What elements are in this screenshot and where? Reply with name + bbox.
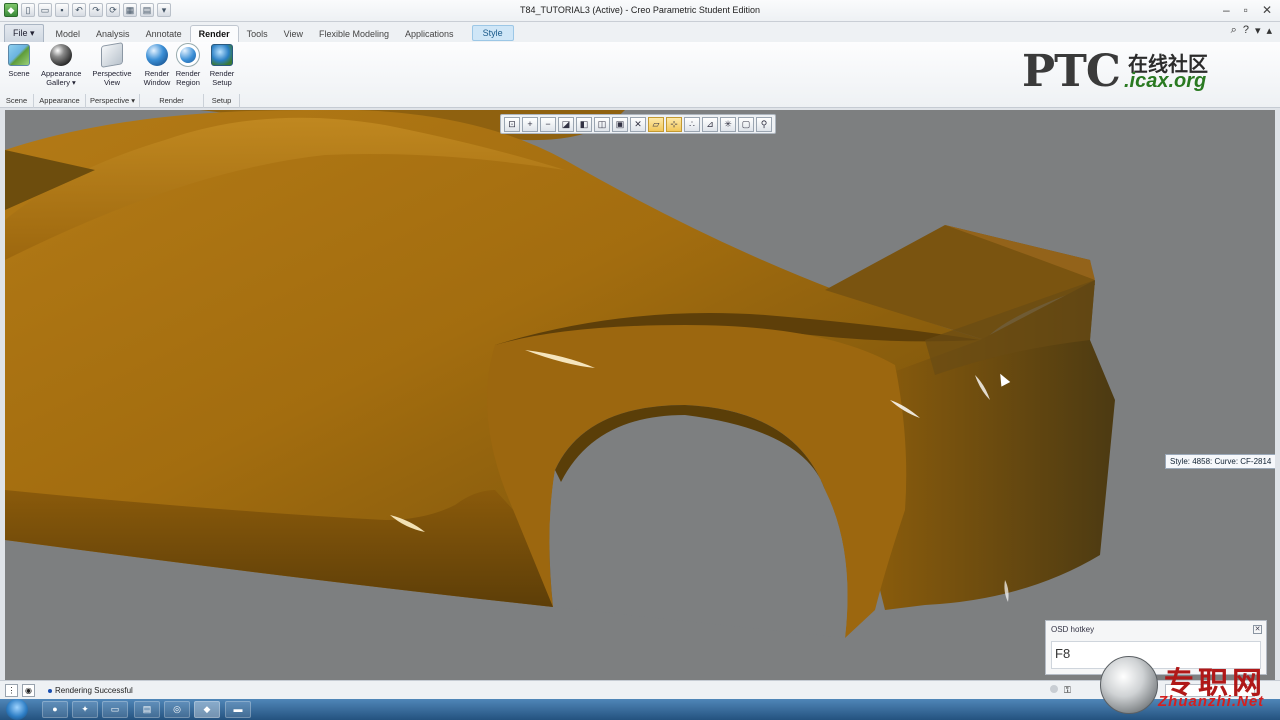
repaint-icon[interactable]: ◪ — [558, 117, 574, 132]
taskbar-media-icon[interactable]: ● — [42, 701, 68, 718]
render-setup-label: Render Setup — [209, 69, 235, 87]
windows-taskbar: ● ✦ ▭ ▤ ◎ ◆ ▬ — [0, 699, 1280, 720]
help-icon[interactable]: ? — [1243, 24, 1249, 37]
tab-annotate[interactable]: Annotate — [138, 26, 190, 42]
perspective-view-label: Perspective View — [92, 69, 132, 87]
taskbar-explorer-icon[interactable]: ▭ — [102, 701, 128, 718]
browser-toggle-icon[interactable]: ◉ — [22, 684, 35, 697]
zoom-out-icon[interactable]: − — [540, 117, 556, 132]
tab-analysis[interactable]: Analysis — [88, 26, 138, 42]
annotation-display-icon[interactable]: ▢ — [738, 117, 754, 132]
model-tree-toggle-icon[interactable]: ⋮ — [5, 684, 18, 697]
taskbar-tool-icon[interactable]: ✦ — [72, 701, 98, 718]
group-scene: Scene — [0, 94, 34, 108]
ptc-brand-text: PTC — [1022, 46, 1121, 97]
group-setup: Setup — [204, 94, 240, 108]
status-message: Rendering Successful — [48, 686, 133, 695]
render-region-icon — [177, 44, 199, 66]
ribbon-tabs: File ▾ Model Analysis Annotate Render Tools Vi… — [0, 22, 1280, 42]
tab-file[interactable]: File ▾ — [4, 24, 44, 42]
axis-display-icon[interactable]: ⊹ — [666, 117, 682, 132]
spin-center-icon[interactable]: ✳ — [720, 117, 736, 132]
status-indicators: ⚿ — [1050, 684, 1090, 696]
ptc-community-logo: PTC 在线社区 .icax.org — [1020, 46, 1220, 97]
render-region-button[interactable]: Render Region — [173, 44, 203, 87]
search-icon[interactable]: ⌕ — [1231, 24, 1237, 37]
display-style-icon[interactable]: ◧ — [576, 117, 592, 132]
graphics-viewport[interactable]: ⊡ + − ◪ ◧ ◫ ▣ ✕ ▱ ⊹ ∴ ⊿ ✳ ▢ ⚲ Style: 485… — [5, 110, 1275, 680]
tab-render[interactable]: Render — [189, 25, 239, 42]
car-body-model — [5, 110, 1115, 638]
perspective-view-button[interactable]: Perspective View — [90, 42, 134, 87]
in-graphics-toolbar: ⊡ + − ◪ ◧ ◫ ▣ ✕ ▱ ⊹ ∴ ⊿ ✳ ▢ ⚲ — [500, 114, 776, 134]
start-button[interactable] — [6, 699, 28, 720]
status-bar: ⋮ ◉ Rendering Successful ⚿ — [0, 680, 1280, 699]
render-setup-button[interactable]: Render Setup — [206, 44, 238, 87]
tab-applications[interactable]: Applications — [397, 26, 462, 42]
regen-status-icon — [1050, 685, 1058, 693]
scene-icon — [8, 44, 30, 66]
watermark-ball-logo — [1100, 656, 1158, 714]
group-perspective[interactable]: Perspective ▾ — [86, 94, 140, 108]
tab-tools[interactable]: Tools — [239, 26, 276, 42]
minimize-icon[interactable]: – — [1223, 3, 1230, 17]
appearance-gallery-label: Appearance Gallery ▾ — [41, 69, 82, 87]
ribbon-right-icons: ⌕ ? ▾ ▴ — [1231, 24, 1272, 37]
status-message-text: Rendering Successful — [55, 686, 133, 695]
close-icon[interactable]: ✕ — [1262, 3, 1272, 17]
group-appearance: Appearance — [34, 94, 86, 108]
watermark-net-text: Zhuanzhi.Net — [1158, 693, 1265, 710]
csys-display-icon[interactable]: ⊿ — [702, 117, 718, 132]
zoom-in-icon[interactable]: + — [522, 117, 538, 132]
selection-tooltip: Style: 4858: Curve: CF-2814 — [1165, 454, 1275, 469]
status-dot-icon — [48, 688, 52, 693]
perspective-view-icon — [101, 42, 123, 68]
title-bar: ◆ ▯ ▭ ▪ ↶ ↷ ⟳ ▦ ▤ ▾ T84_TUTORIAL3 (Activ… — [0, 0, 1280, 22]
perspective-toggle-icon[interactable]: ⚲ — [756, 117, 772, 132]
zhuanzhi-watermark: 专职网 Zhuanzhi.Net — [1098, 652, 1280, 720]
render-region-label: Render Region — [175, 69, 201, 87]
taskbar-notes-icon[interactable]: ▤ — [134, 701, 160, 718]
maximize-icon[interactable]: ▫ — [1244, 3, 1248, 17]
appearance-sphere-icon — [50, 44, 72, 66]
taskbar-creo-icon[interactable]: ◆ — [194, 701, 220, 718]
tab-model[interactable]: Model — [48, 26, 89, 42]
render-window-label: Render Window — [143, 69, 171, 87]
tab-style[interactable]: Style — [471, 25, 514, 41]
datum-display-icon[interactable]: ✕ — [630, 117, 646, 132]
render-setup-icon — [211, 44, 233, 66]
ribbon: Scene Appearance Gallery ▾ Perspective V… — [0, 42, 1280, 108]
ribbon-group-labels: Scene Appearance Perspective ▾ Render Se… — [0, 94, 250, 108]
osd-title: OSD hotkey — [1051, 625, 1095, 634]
refit-icon[interactable]: ⊡ — [504, 117, 520, 132]
saved-orientations-icon[interactable]: ◫ — [594, 117, 610, 132]
dropdown-icon[interactable]: ▾ — [1255, 24, 1261, 37]
tab-flexible-modeling[interactable]: Flexible Modeling — [311, 26, 397, 42]
appearance-gallery-button[interactable]: Appearance Gallery ▾ — [36, 44, 86, 87]
scene-label: Scene — [8, 69, 30, 78]
view-manager-icon[interactable]: ▣ — [612, 117, 628, 132]
render-window-icon — [146, 44, 168, 66]
group-render: Render — [140, 94, 204, 108]
find-icon[interactable]: ⚿ — [1064, 685, 1071, 695]
point-display-icon[interactable]: ∴ — [684, 117, 700, 132]
scene-button[interactable]: Scene — [4, 44, 34, 78]
site-text: .icax.org — [1124, 70, 1207, 92]
window-title: T84_TUTORIAL3 (Active) - Creo Parametric… — [520, 5, 760, 15]
taskbar-folder-icon[interactable]: ▬ — [225, 701, 251, 718]
taskbar-browser-icon[interactable]: ◎ — [164, 701, 190, 718]
osd-close-icon[interactable]: ✕ — [1253, 625, 1262, 634]
tab-view[interactable]: View — [276, 26, 311, 42]
render-window-button[interactable]: Render Window — [141, 44, 173, 87]
minimize-ribbon-icon[interactable]: ▴ — [1266, 24, 1272, 37]
window-controls: – ▫ ✕ — [1223, 3, 1272, 17]
plane-display-icon[interactable]: ▱ — [648, 117, 664, 132]
